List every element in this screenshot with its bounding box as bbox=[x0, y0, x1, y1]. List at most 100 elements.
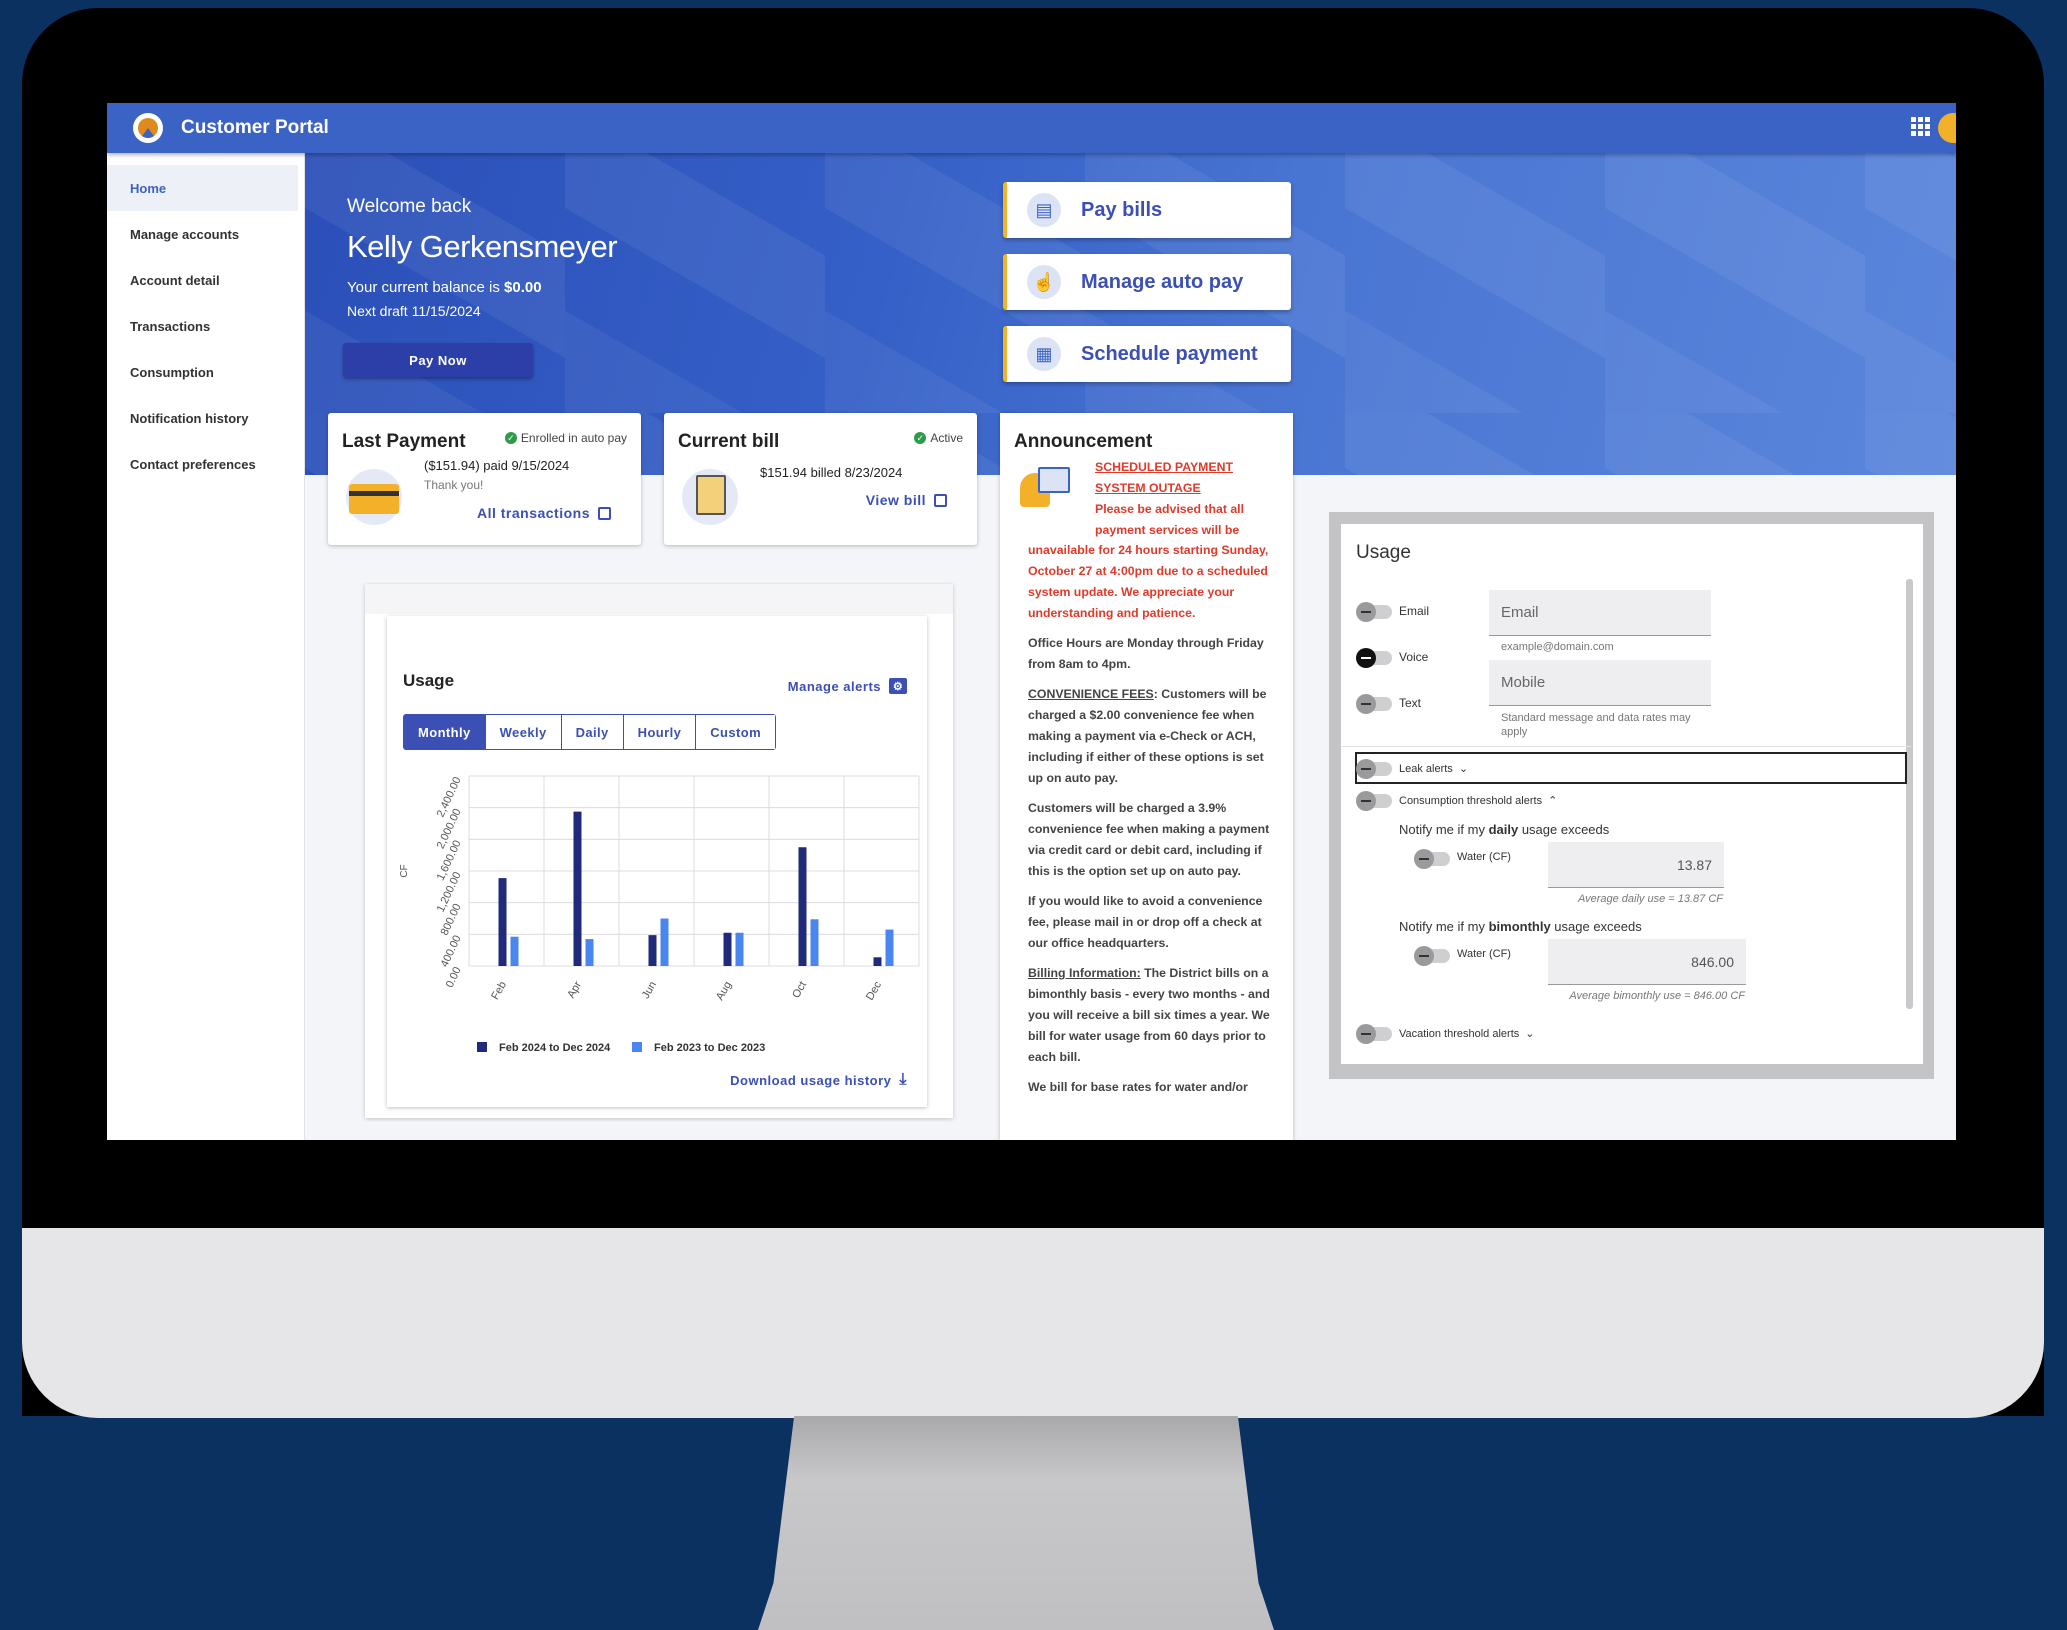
announcement-body: unavailable for 24 hours starting Sunday… bbox=[1028, 540, 1282, 1107]
sidebar-item-manage-accounts[interactable]: Manage accounts bbox=[107, 211, 304, 257]
current-bill-title: Current bill bbox=[678, 431, 780, 452]
download-usage-link[interactable]: Download usage history ⤓ bbox=[730, 1071, 907, 1089]
usage-panel: Usage Manage alerts ⚙ Monthly Weekly Dail… bbox=[387, 616, 927, 1107]
tab-daily[interactable]: Daily bbox=[561, 715, 624, 749]
legend-label: Feb 2024 to Dec 2024 bbox=[499, 1042, 611, 1054]
sidebar-item-consumption[interactable]: Consumption bbox=[107, 349, 304, 395]
bar-aug-series-2 bbox=[735, 932, 744, 966]
all-transactions-link[interactable]: All transactions bbox=[477, 505, 611, 521]
alerts-panel-frame: Usage Email Voice Text Email example@dom… bbox=[1329, 512, 1934, 1079]
mobile-hint: Standard message and data rates may appl… bbox=[1501, 712, 1691, 738]
tab-hourly[interactable]: Hourly bbox=[623, 715, 697, 749]
bar-oct-series-1 bbox=[798, 847, 807, 966]
voice-label: Voice bbox=[1399, 650, 1429, 664]
pay-now-button[interactable]: Pay Now bbox=[343, 343, 533, 377]
bimonthly-suffix: usage exceeds bbox=[1550, 919, 1642, 934]
bar-dec-series-2 bbox=[885, 929, 894, 966]
sidebar-item-home[interactable]: Home bbox=[107, 165, 298, 211]
email-field[interactable]: Email bbox=[1489, 590, 1711, 636]
bimonthly-average-hint: Average bimonthly use = 846.00 CF bbox=[1569, 990, 1745, 1002]
vacation-alerts-label[interactable]: Vacation threshold alerts ⌄ bbox=[1399, 1027, 1534, 1040]
vacation-alerts-text: Vacation threshold alerts bbox=[1399, 1028, 1520, 1040]
x-tick-label: Apr bbox=[565, 979, 584, 1000]
bimonthly-prefix: Notify me if my bbox=[1399, 919, 1489, 934]
monitor-stand bbox=[758, 1416, 1274, 1630]
legend-swatch bbox=[632, 1042, 642, 1052]
leak-alerts-label[interactable]: Leak alerts ⌄ bbox=[1399, 762, 1468, 775]
bar-oct-series-2 bbox=[810, 919, 819, 966]
chevron-down-icon: ⌄ bbox=[1525, 1028, 1535, 1040]
thank-you-text: Thank you! bbox=[424, 478, 484, 492]
tab-custom[interactable]: Custom bbox=[696, 715, 776, 749]
welcome-text: Welcome back bbox=[347, 196, 472, 217]
vacation-alerts-toggle[interactable] bbox=[1356, 1024, 1392, 1044]
sidebar: Home Manage accounts Account detail Tran… bbox=[107, 153, 305, 1140]
manage-alerts-link[interactable]: Manage alerts ⚙ bbox=[788, 678, 907, 694]
pay-bills-label: Pay bills bbox=[1081, 198, 1163, 221]
pay-bills-button[interactable]: ▤ Pay bills bbox=[1003, 182, 1291, 238]
check-icon: ✓ bbox=[914, 432, 927, 444]
auto-pay-badge: ✓ Enrolled in auto pay bbox=[504, 431, 627, 445]
app-bar: Customer Portal bbox=[107, 103, 1956, 153]
apps-grid-icon[interactable] bbox=[1911, 117, 1930, 136]
bimonthly-water-toggle[interactable] bbox=[1414, 946, 1450, 966]
balance-prefix: Your current balance is bbox=[347, 279, 505, 296]
bar-feb-series-1 bbox=[498, 878, 507, 966]
sidebar-item-contact-preferences[interactable]: Contact preferences bbox=[107, 441, 304, 487]
scrollbar[interactable] bbox=[1906, 579, 1913, 1009]
x-tick-label: Jun bbox=[640, 980, 659, 1001]
tab-weekly[interactable]: Weekly bbox=[485, 715, 562, 749]
screen: Customer Portal Home Manage accounts Acc… bbox=[107, 103, 1956, 1140]
download-usage-label: Download usage history bbox=[730, 1072, 892, 1088]
consumption-alerts-toggle[interactable] bbox=[1356, 791, 1392, 811]
last-payment-amount: ($151.94) paid 9/15/2024 bbox=[424, 458, 570, 473]
schedule-payment-button[interactable]: ▦ Schedule payment bbox=[1003, 326, 1291, 382]
mobile-field[interactable]: Mobile bbox=[1489, 660, 1711, 706]
daily-water-label: Water (CF) bbox=[1457, 851, 1511, 863]
base-rates-text: We bill for base rates for water and/or bbox=[1028, 1080, 1248, 1094]
x-tick-label: Feb bbox=[489, 980, 509, 1002]
billing-info-text: Billing Information: The District bills … bbox=[1028, 963, 1282, 1068]
bimonthly-threshold-input[interactable]: 846.00 bbox=[1548, 939, 1746, 985]
sidebar-item-transactions[interactable]: Transactions bbox=[107, 303, 304, 349]
invoice-icon bbox=[682, 469, 738, 525]
daily-water-toggle[interactable] bbox=[1414, 849, 1450, 869]
tab-monthly[interactable]: Monthly bbox=[404, 715, 486, 749]
usage-chart: 0.00400.00800.001,200.001,600.002,000.00… bbox=[399, 775, 920, 1054]
billing-body: The District bills on a bimonthly basis … bbox=[1028, 966, 1270, 1064]
manage-auto-pay-button[interactable]: ☝ Manage auto pay bbox=[1003, 254, 1291, 310]
balance-text: Your current balance is $0.00 bbox=[347, 279, 542, 296]
sidebar-item-notification-history[interactable]: Notification history bbox=[107, 395, 304, 441]
daily-average-hint: Average daily use = 13.87 CF bbox=[1577, 893, 1723, 905]
text-toggle[interactable] bbox=[1356, 694, 1392, 714]
bar-jun-series-1 bbox=[648, 935, 657, 966]
logo-icon bbox=[133, 113, 163, 143]
sidebar-item-account-detail[interactable]: Account detail bbox=[107, 257, 304, 303]
outage-text-2: unavailable for 24 hours starting Sunday… bbox=[1028, 543, 1269, 620]
daily-threshold-input[interactable]: 13.87 bbox=[1548, 842, 1724, 888]
bill-status: Active bbox=[930, 431, 963, 445]
voice-toggle[interactable] bbox=[1356, 648, 1392, 668]
daily-prefix: Notify me if my bbox=[1399, 822, 1489, 837]
balance-amount: $0.00 bbox=[504, 279, 542, 296]
announcement-card: Announcement SCHEDULED PAYMENT SYSTEM OU… bbox=[1000, 413, 1293, 1140]
card-fee-text: Customers will be charged a 3.9% conveni… bbox=[1028, 801, 1270, 878]
fees-body: : Customers will be charged a $2.00 conv… bbox=[1028, 687, 1267, 785]
leak-alerts-text: Leak alerts bbox=[1399, 763, 1453, 775]
credit-card-icon bbox=[346, 469, 402, 525]
avoid-fee-text: If you would like to avoid a convenience… bbox=[1028, 894, 1263, 950]
leak-alerts-toggle[interactable] bbox=[1356, 759, 1392, 779]
fees-label: CONVENIENCE FEES bbox=[1028, 687, 1154, 701]
announcement-headline-block: SCHEDULED PAYMENT SYSTEM OUTAGE Please b… bbox=[1095, 457, 1255, 541]
consumption-alerts-label[interactable]: Consumption threshold alerts ⌃ bbox=[1399, 794, 1557, 807]
current-bill-card: Current bill ✓ Active $151.94 billed 8/23… bbox=[664, 413, 977, 545]
schedule-payment-label: Schedule payment bbox=[1081, 342, 1258, 365]
email-toggle[interactable] bbox=[1356, 602, 1392, 622]
app-title: Customer Portal bbox=[181, 117, 329, 138]
manage-alerts-label: Manage alerts bbox=[787, 678, 881, 694]
all-transactions-label: All transactions bbox=[476, 505, 590, 521]
view-bill-link[interactable]: View bill bbox=[866, 492, 947, 508]
external-link-icon bbox=[598, 506, 611, 520]
avatar[interactable] bbox=[1938, 113, 1956, 143]
monitor-chin bbox=[22, 1228, 2044, 1418]
